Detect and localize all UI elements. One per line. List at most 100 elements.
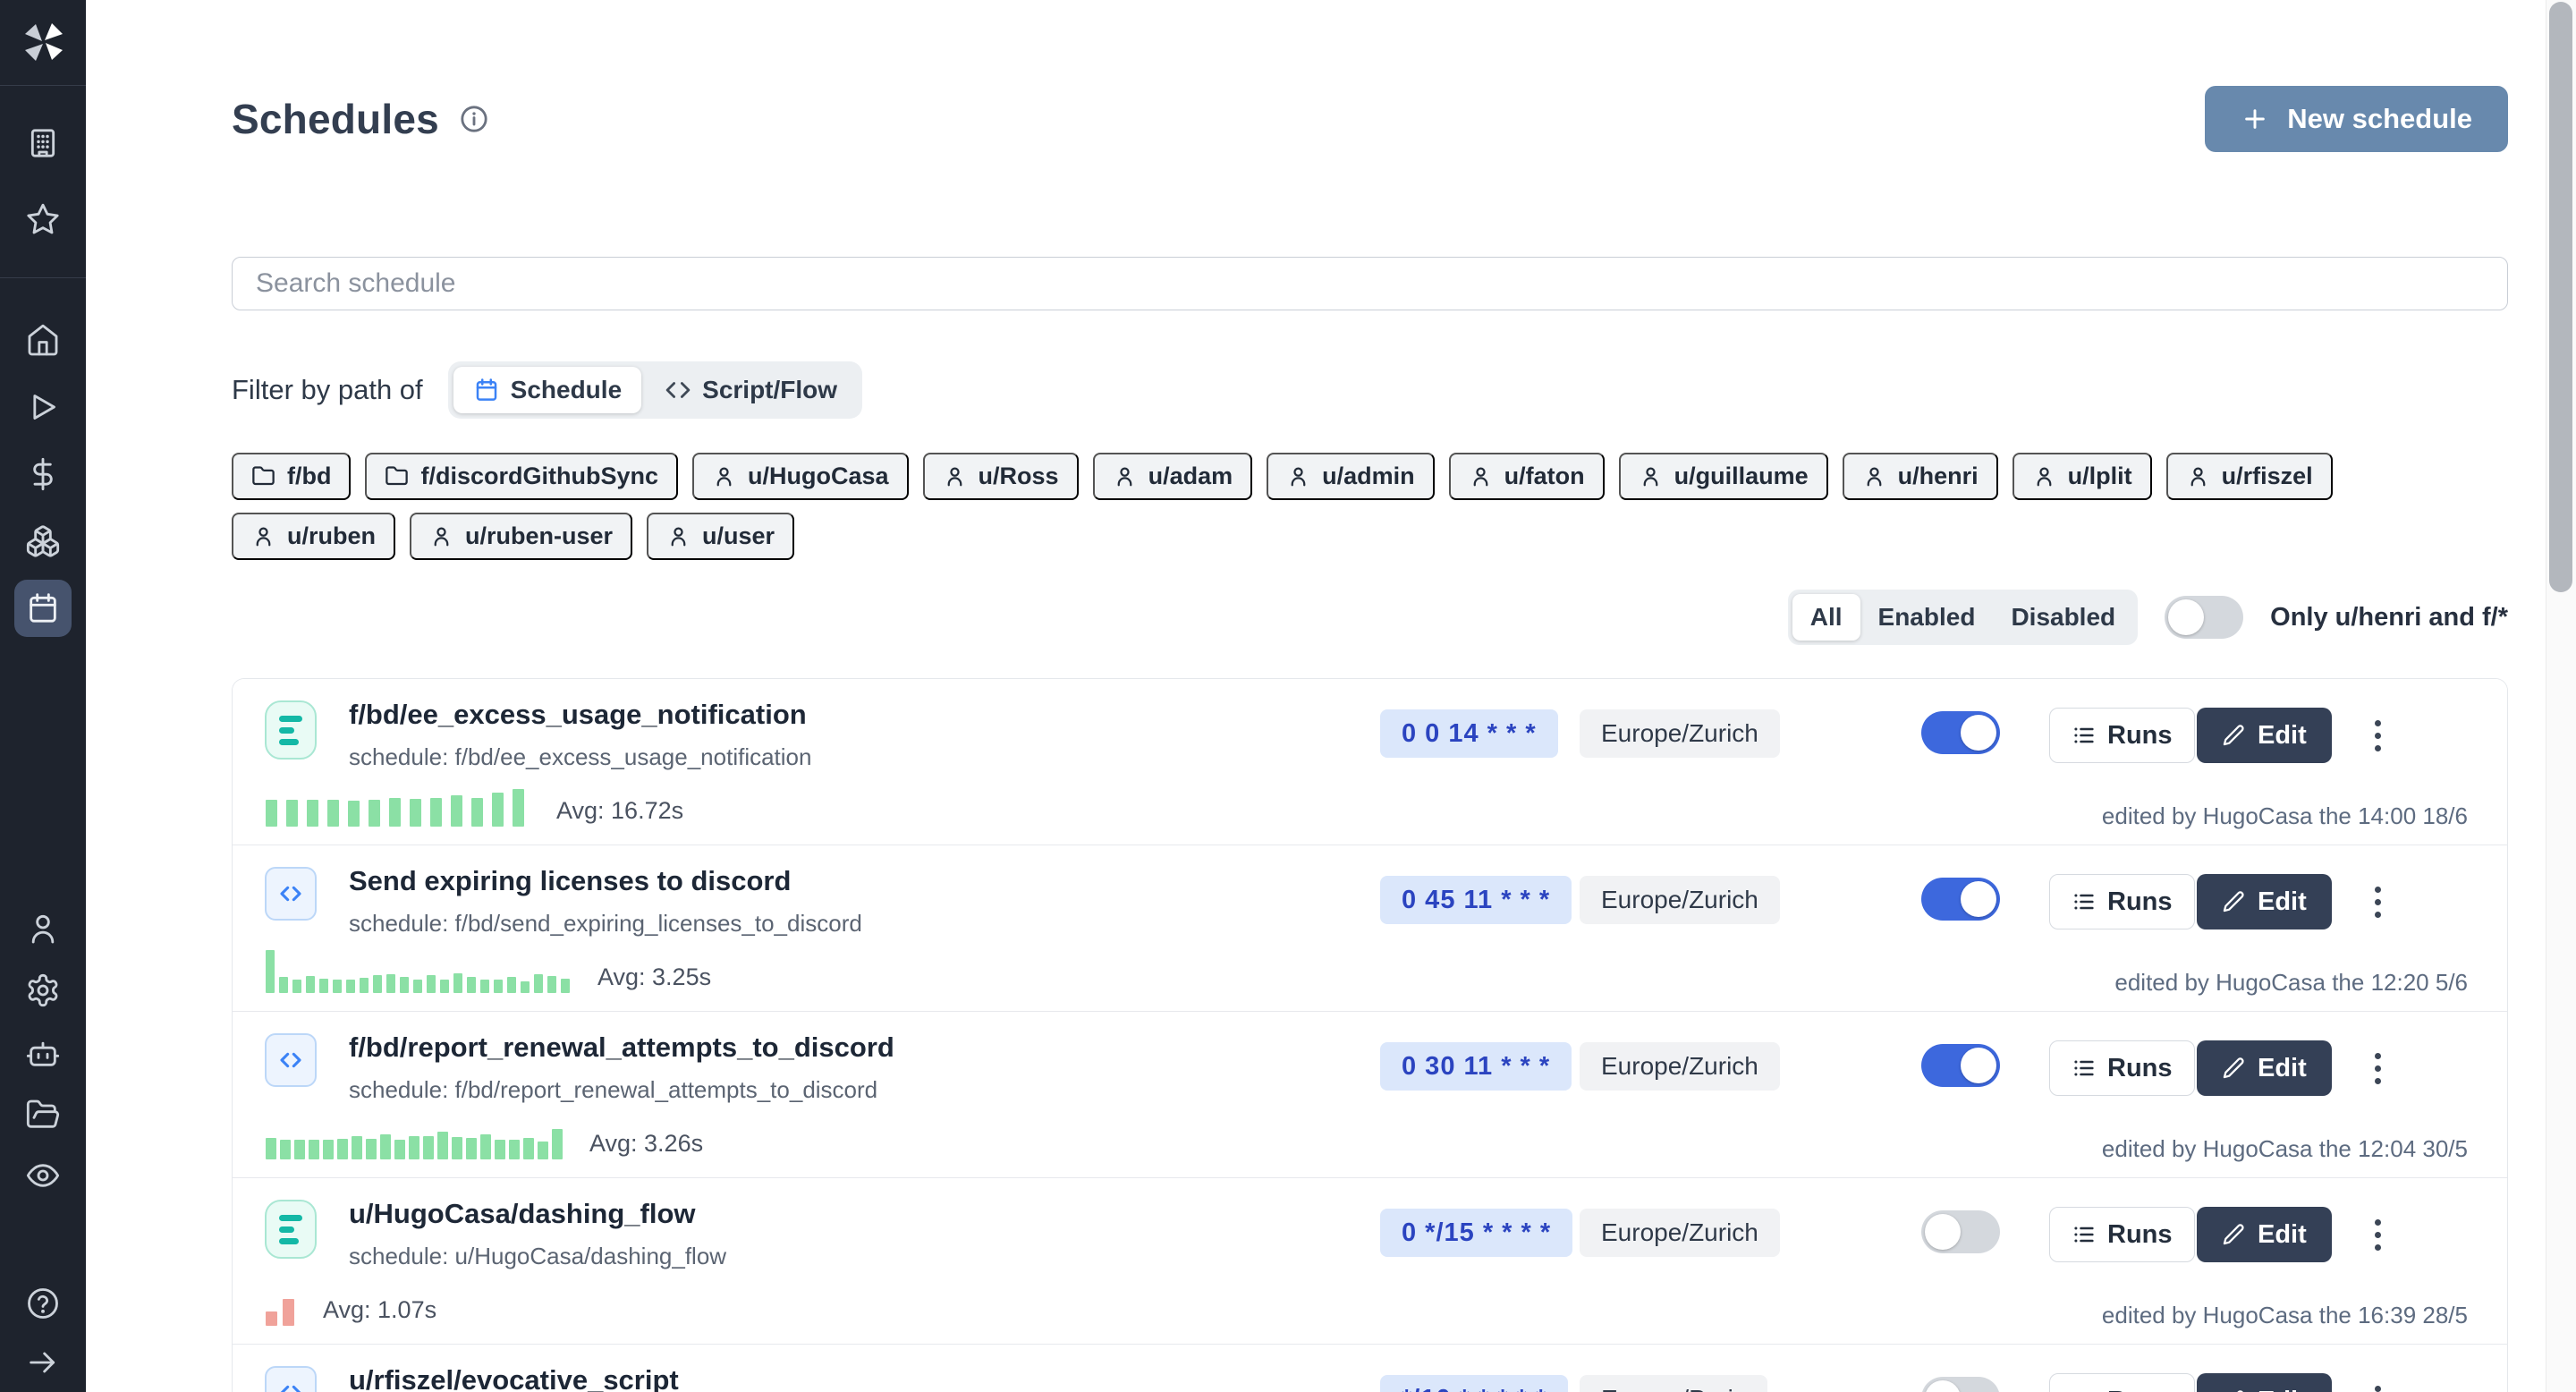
help-icon[interactable] [25, 1286, 61, 1321]
favorites-star-icon[interactable] [25, 201, 61, 237]
user-icon [1862, 464, 1886, 488]
status-tab[interactable]: All [1792, 594, 1860, 641]
edit-button[interactable]: Edit [2197, 1373, 2332, 1392]
mode-schedule-button[interactable]: Schedule [453, 367, 641, 413]
resources-boxes-icon[interactable] [25, 523, 61, 559]
chip-label: u/ruben-user [465, 522, 613, 550]
info-icon[interactable] [459, 104, 489, 134]
chip-label: u/ruben [287, 522, 376, 550]
path-filter-chip[interactable]: f/bd [232, 453, 351, 500]
path-filter-chip[interactable]: u/admin [1267, 453, 1435, 500]
edit-button[interactable]: Edit [2197, 1040, 2332, 1096]
schedules-calendar-icon[interactable] [25, 590, 61, 626]
user-icon [1639, 464, 1663, 488]
avg-duration-label: Avg: 1.07s [323, 1296, 436, 1324]
schedule-row: Send expiring licenses to discord schedu… [233, 845, 2507, 1012]
only-henri-toggle[interactable] [2165, 596, 2243, 639]
scrollbar-thumb[interactable] [2549, 2, 2572, 592]
script-code-icon [276, 879, 305, 908]
path-filter-chip[interactable]: u/adam [1093, 453, 1253, 500]
sidebar-divider [0, 277, 86, 278]
more-options-kebab[interactable] [2360, 1375, 2395, 1392]
chip-label: u/adam [1148, 463, 1233, 490]
workspace-icon[interactable] [25, 125, 61, 161]
more-options-kebab[interactable] [2360, 876, 2395, 928]
runs-button[interactable]: Runs [2049, 1040, 2195, 1096]
mode-script-flow-button[interactable]: Script/Flow [645, 367, 857, 413]
home-icon[interactable] [25, 322, 61, 358]
runs-button[interactable]: Runs [2049, 1373, 2195, 1392]
cron-badge: 0 0 14 * * * [1380, 709, 1558, 758]
user-icon [1469, 464, 1493, 488]
cron-badge: 0 45 11 * * * [1380, 876, 1572, 924]
runs-button[interactable]: Runs [2049, 708, 2195, 763]
edit-button[interactable]: Edit [2197, 708, 2332, 763]
more-options-kebab[interactable] [2360, 1209, 2395, 1260]
pencil-icon [2222, 724, 2245, 747]
runs-play-icon[interactable] [25, 389, 61, 425]
user-icon [666, 524, 691, 548]
status-tab[interactable]: Enabled [1860, 594, 1994, 641]
runs-mini-chart: Avg: 16.72s [266, 789, 683, 827]
edit-button[interactable]: Edit [2197, 874, 2332, 929]
pencil-icon [2222, 1057, 2245, 1080]
edited-by-label: edited by HugoCasa the 14:00 18/6 [2102, 802, 2468, 830]
schedule-enabled-toggle[interactable] [1921, 1210, 2000, 1253]
chip-label: u/user [702, 522, 775, 550]
path-filter-chip[interactable]: u/faton [1449, 453, 1605, 500]
list-icon [2072, 889, 2097, 914]
user-icon [2032, 464, 2056, 488]
folders-icon[interactable] [25, 1097, 61, 1133]
chip-label: u/henri [1898, 463, 1979, 490]
schedule-kind-icon [265, 867, 317, 921]
path-filter-chip[interactable]: u/ruben [232, 513, 395, 560]
path-filter-chip[interactable]: u/Ross [923, 453, 1079, 500]
schedule-row: u/rfiszel/evocative_script */10 * * * * … [233, 1345, 2507, 1392]
settings-gear-icon[interactable] [25, 972, 61, 1008]
user-icon [2186, 464, 2210, 488]
schedule-enabled-toggle[interactable] [1921, 1377, 2000, 1392]
avg-duration-label: Avg: 16.72s [556, 797, 683, 825]
schedule-enabled-toggle[interactable] [1921, 711, 2000, 754]
collapse-arrow-icon[interactable] [25, 1345, 61, 1380]
user-icon[interactable] [25, 911, 61, 946]
plus-icon [2241, 105, 2269, 133]
more-options-kebab[interactable] [2360, 709, 2395, 761]
runs-button[interactable]: Runs [2049, 874, 2195, 929]
path-filter-chip[interactable]: u/guillaume [1619, 453, 1828, 500]
schedule-kind-icon [265, 700, 317, 760]
cron-badge: 0 */15 * * * * [1380, 1209, 1572, 1257]
page-header: Schedules New schedule [232, 85, 2508, 153]
schedule-enabled-toggle[interactable] [1921, 1044, 2000, 1087]
workers-bot-icon[interactable] [25, 1035, 61, 1071]
usage-dollar-icon[interactable] [25, 456, 61, 492]
new-schedule-button[interactable]: New schedule [2205, 86, 2508, 152]
path-filter-chip[interactable]: u/rfiszel [2166, 453, 2333, 500]
path-filter-chip[interactable]: u/HugoCasa [692, 453, 909, 500]
path-filter-chip[interactable]: u/henri [1843, 453, 1998, 500]
chip-label: u/guillaume [1674, 463, 1809, 490]
runs-button[interactable]: Runs [2049, 1207, 2195, 1262]
edit-button[interactable]: Edit [2197, 1207, 2332, 1262]
path-filter-mode-group: Schedule Script/Flow [448, 361, 862, 419]
more-options-kebab[interactable] [2360, 1042, 2395, 1094]
search-input[interactable] [232, 257, 2508, 310]
calendar-icon [473, 377, 500, 403]
path-filter-chip[interactable]: u/lplit [2012, 453, 2152, 500]
folder-icon [385, 464, 409, 488]
path-filter-chip[interactable]: f/discordGithubSync [365, 453, 678, 500]
schedule-row: f/bd/ee_excess_usage_notification schedu… [233, 679, 2507, 845]
schedule-enabled-toggle[interactable] [1921, 878, 2000, 921]
audit-eye-icon[interactable] [25, 1158, 61, 1193]
filter-label: Filter by path of [232, 374, 423, 406]
windmill-logo-icon[interactable] [21, 21, 64, 64]
path-filter-chip[interactable]: u/ruben-user [410, 513, 632, 560]
schedule-name: u/HugoCasa/dashing_flow [349, 1198, 696, 1230]
path-filter-chip[interactable]: u/user [647, 513, 794, 560]
chip-label: f/bd [287, 463, 331, 490]
user-icon [429, 524, 453, 548]
status-tab[interactable]: Disabled [1993, 594, 2133, 641]
list-icon [2072, 1056, 2097, 1081]
timezone-badge: Europe/Zurich [1580, 876, 1780, 924]
user-icon [251, 524, 275, 548]
